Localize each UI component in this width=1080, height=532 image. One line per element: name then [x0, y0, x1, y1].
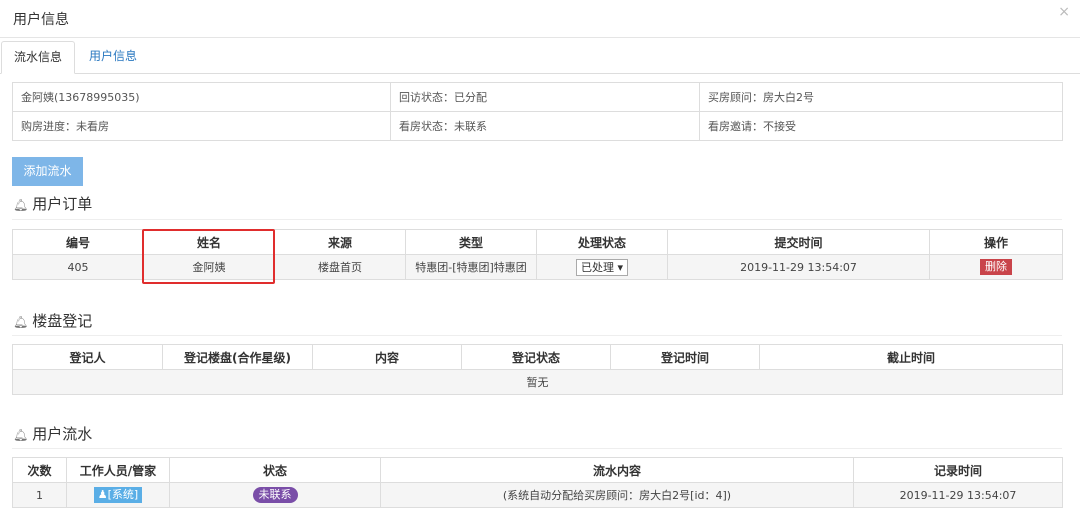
staff-label: [系统]: [107, 488, 139, 501]
flow-staff-cell: ♟[系统]: [66, 482, 170, 508]
column-header: 登记人: [12, 344, 163, 370]
column-header: 编号: [12, 229, 144, 255]
table-header-row: 登记人 登记楼盘(合作星级) 内容 登记状态 登记时间 截止时间: [12, 344, 1063, 370]
column-header: 工作人员/管家: [66, 457, 170, 483]
delete-button[interactable]: 删除: [980, 259, 1012, 275]
viewing-status: 看房状态：未联系: [390, 111, 700, 141]
empty-message: 暂无: [12, 369, 1063, 395]
table-row: 暂无: [12, 369, 1063, 395]
column-header: 操作: [929, 229, 1063, 255]
column-header: 处理状态: [536, 229, 668, 255]
column-header: 类型: [405, 229, 537, 255]
bell-icon: 🔔︎: [13, 198, 29, 212]
column-header: 登记楼盘(合作星级): [162, 344, 313, 370]
column-header: 内容: [312, 344, 462, 370]
flow-count: 1: [12, 482, 67, 508]
table-header-row: 次数 工作人员/管家 状态 流水内容 记录时间: [12, 457, 1063, 483]
order-status-cell: 已处理 ▾: [536, 254, 668, 280]
order-time: 2019-11-29 13:54:07: [667, 254, 930, 280]
status-select-value: 已处理: [580, 260, 614, 274]
user-name-phone: 金阿姨(13678995035): [12, 82, 391, 112]
viewing-invite: 看房邀请：不接受: [699, 111, 1063, 141]
staff-tag: ♟[系统]: [93, 487, 143, 503]
flow-title-text: 用户流水: [32, 425, 93, 443]
column-header: 截止时间: [759, 344, 1063, 370]
orders-title-text: 用户订单: [32, 195, 93, 213]
bell-icon: 🔔︎: [13, 315, 29, 329]
tab-bar: 流水信息 用户信息: [0, 41, 1080, 74]
flow-content: (系统自动分配给买房顾问：房大白2号[id：4]): [380, 482, 854, 508]
column-header: 次数: [12, 457, 67, 483]
modal-title: 用户信息: [13, 12, 69, 28]
bell-icon: 🔔︎: [13, 428, 29, 442]
modal-header: 用户信息 ×: [0, 0, 1080, 38]
column-header: 流水内容: [380, 457, 854, 483]
user-icon: ♟: [97, 488, 108, 501]
order-action-cell: 删除: [929, 254, 1063, 280]
add-flow-button[interactable]: 添加流水: [12, 157, 83, 186]
column-header: 提交时间: [667, 229, 930, 255]
user-info-table: 金阿姨(13678995035) 回访状态：已分配 买房顾问：房大白2号 购房进…: [12, 82, 1063, 141]
highlight-box: [142, 229, 275, 284]
visit-status: 回访状态：已分配: [390, 82, 700, 112]
status-select[interactable]: 已处理 ▾: [575, 258, 629, 276]
close-icon[interactable]: ×: [1058, 4, 1070, 20]
purchase-progress: 购房进度：未看房: [12, 111, 391, 141]
info-row: 金阿姨(13678995035) 回访状态：已分配 买房顾问：房大白2号: [12, 82, 1063, 112]
caret-down-icon: ▾: [617, 260, 624, 274]
divider: [12, 448, 1062, 449]
registration-table: 登记人 登记楼盘(合作星级) 内容 登记状态 登记时间 截止时间 暂无: [12, 344, 1063, 395]
column-header: 登记状态: [461, 344, 611, 370]
column-header: 记录时间: [853, 457, 1063, 483]
divider: [12, 219, 1062, 220]
orders-section-title: 🔔︎ 用户订单: [13, 193, 92, 214]
order-source: 楼盘首页: [274, 254, 406, 280]
divider: [12, 335, 1062, 336]
house-advisor: 买房顾问：房大白2号: [699, 82, 1063, 112]
flow-status-cell: 未联系: [169, 482, 381, 508]
flow-section-title: 🔔︎ 用户流水: [13, 423, 92, 444]
column-header: 登记时间: [610, 344, 760, 370]
registration-title-text: 楼盘登记: [32, 312, 93, 330]
flow-table: 次数 工作人员/管家 状态 流水内容 记录时间 1 ♟[系统] 未联系 (系统自…: [12, 457, 1063, 508]
column-header: 状态: [169, 457, 381, 483]
status-badge: 未联系: [252, 487, 298, 503]
column-header: 来源: [274, 229, 406, 255]
flow-time: 2019-11-29 13:54:07: [853, 482, 1063, 508]
info-row: 购房进度：未看房 看房状态：未联系 看房邀请：不接受: [12, 111, 1063, 141]
order-id: 405: [12, 254, 144, 280]
tab-user-info[interactable]: 用户信息: [77, 41, 149, 74]
table-row: 1 ♟[系统] 未联系 (系统自动分配给买房顾问：房大白2号[id：4]) 20…: [12, 482, 1063, 508]
order-type: 特惠团-[特惠团]特惠团: [405, 254, 537, 280]
tab-flow-info[interactable]: 流水信息: [1, 41, 76, 74]
registration-section-title: 🔔︎ 楼盘登记: [13, 310, 92, 331]
